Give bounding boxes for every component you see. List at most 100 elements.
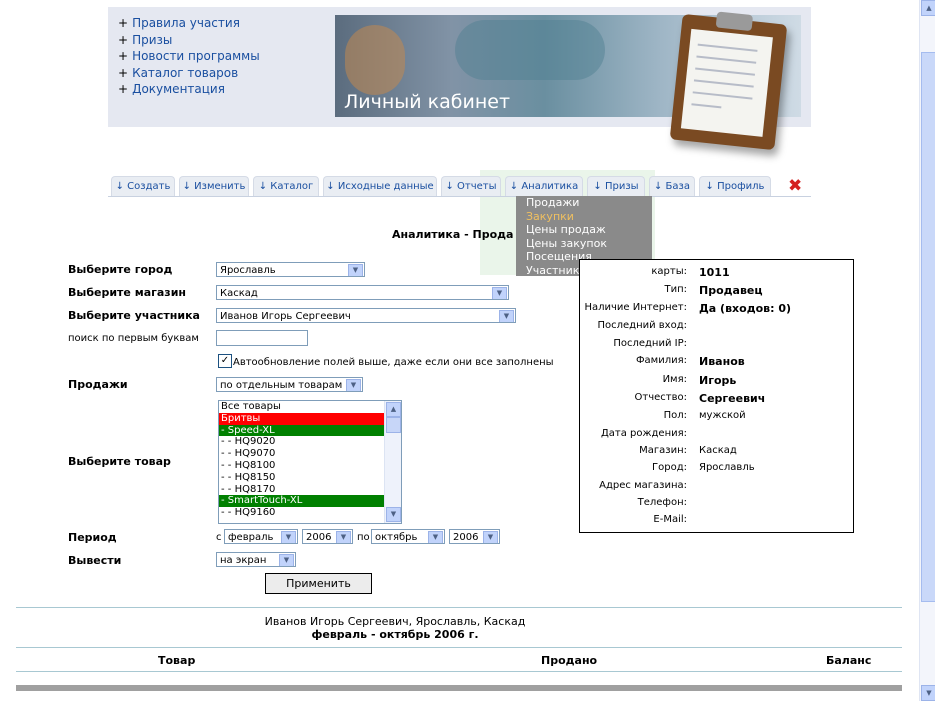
tab-source-data[interactable]: ↓ Исходные данные [323,176,437,196]
divider [16,647,902,648]
product-label: Выберите товар [68,455,171,468]
top-nav: + Правила участия + Призы + Новости програм… [118,16,260,99]
nav-link-catalog[interactable]: + Каталог товаров [118,66,260,83]
search-input[interactable] [216,330,308,346]
info-value: Да (входов: 0) [699,302,792,315]
info-row: Город: Ярославль [580,462,853,479]
list-item[interactable]: Все товары [219,401,401,413]
store-select-value: Каскад [220,288,258,299]
tab-catalog[interactable]: ↓ Каталог [253,176,319,196]
info-key: Отчество: [634,392,687,403]
nav-link-prizes[interactable]: + Призы [118,33,260,50]
info-row: Пол: мужской [580,410,853,427]
period-from-month-select[interactable]: февраль ▼ [224,529,298,544]
list-item[interactable]: - - HQ8170 [219,484,401,496]
list-item[interactable]: - SmartTouch-XL [219,495,384,508]
nav-link-docs[interactable]: + Документация [118,82,260,99]
list-item[interactable]: - - HQ9160 [219,507,401,519]
period-to-month-select[interactable]: октябрь ▼ [371,529,445,544]
city-select[interactable]: Ярославль ▼ [216,262,365,277]
period-to-year-value: 2006 [453,532,479,543]
menu-item-purchases[interactable]: Закупки [516,210,652,224]
info-key: E-Mail: [653,514,687,525]
info-row: Адрес магазина: [580,480,853,497]
nav-link-label[interactable]: Правила участия [132,16,240,30]
clipboard-clip [715,11,754,32]
info-key: Пол: [663,410,687,421]
tab-profile[interactable]: ↓ Профиль [699,176,771,196]
info-value: Сергеевич [699,392,766,405]
info-key: Наличие Интернет: [584,302,687,313]
page-scrollbar[interactable]: ▲ ▼ [919,0,935,701]
report-title-line2: февраль - октябрь 2006 г. [311,628,479,641]
sales-mode-select[interactable]: по отдельным товарам ▼ [216,377,363,392]
nav-bullet: + [118,82,129,96]
scroll-thumb[interactable] [386,417,401,433]
menu-item-sale-prices[interactable]: Цены продаж [516,223,652,237]
menu-item-sales[interactable]: Продажи [516,196,652,210]
info-row: карты: 1011 [580,266,853,283]
column-header-sold: Продано [541,654,598,667]
nav-link-label[interactable]: Документация [132,82,225,96]
autoupdate-checkbox[interactable]: ✓ [218,354,232,368]
scroll-down-icon[interactable]: ▼ [386,507,401,522]
tab-analytics[interactable]: ↓ Аналитика [505,176,583,196]
tab-create[interactable]: ↓ Создать [111,176,175,196]
nav-link-rules[interactable]: + Правила участия [118,16,260,33]
chevron-down-icon: ▼ [281,531,296,543]
close-icon[interactable]: ✖ [788,176,802,196]
list-item[interactable]: Бритвы [219,412,384,425]
tab-bar: ↓ Создать ↓ Изменить ↓ Каталог ↓ Исходны… [108,176,811,197]
period-from-word: с [216,532,222,543]
city-label: Выберите город [68,263,173,276]
info-row: E-Mail: [580,514,853,531]
scroll-thumb[interactable] [921,52,935,602]
period-to-word: по [357,532,370,543]
column-header-balance: Баланс [826,654,872,667]
page-title: Аналитика - Прода [392,228,514,241]
chevron-down-icon: ▼ [348,264,363,276]
table-footer-bar [16,685,902,691]
listbox-scrollbar[interactable]: ▲ ▼ [384,401,401,523]
nav-link-label[interactable]: Каталог товаров [132,66,238,80]
list-item[interactable]: - - HQ9070 [219,448,401,460]
info-key: Последний IP: [613,338,687,349]
scroll-up-icon[interactable]: ▲ [386,402,401,417]
chevron-down-icon: ▼ [346,379,361,391]
tab-edit[interactable]: ↓ Изменить [179,176,249,196]
tab-prizes[interactable]: ↓ Призы [587,176,645,196]
info-row: Дата рождения: [580,428,853,445]
period-from-year-select[interactable]: 2006 ▼ [302,529,353,544]
apply-button[interactable]: Применить [265,573,372,594]
sales-label: Продажи [68,378,128,391]
tab-base[interactable]: ↓ База [649,176,695,196]
tab-reports[interactable]: ↓ Отчеты [441,176,501,196]
nav-link-news[interactable]: + Новости программы [118,49,260,66]
list-item[interactable]: - - HQ9020 [219,436,401,448]
list-item[interactable]: - Speed-XL [219,424,384,437]
list-item[interactable]: - - HQ8100 [219,460,401,472]
info-value: Ярославль [699,462,755,473]
period-to-year-select[interactable]: 2006 ▼ [449,529,500,544]
scroll-down-icon[interactable]: ▼ [921,685,935,701]
scroll-up-icon[interactable]: ▲ [921,0,935,16]
nav-link-label[interactable]: Призы [132,33,172,47]
list-item[interactable]: - - HQ8150 [219,472,401,484]
info-row: Наличие Интернет: Да (входов: 0) [580,302,853,319]
store-select[interactable]: Каскад ▼ [216,285,509,300]
sales-mode-value: по отдельным товарам [220,380,343,391]
menu-item-purchase-prices[interactable]: Цены закупок [516,237,652,251]
nav-bullet: + [118,16,129,30]
period-from-month-value: февраль [228,532,274,543]
nav-link-label[interactable]: Новости программы [132,49,260,63]
participant-select[interactable]: Иванов Игорь Сергеевич ▼ [216,308,516,323]
info-key: Телефон: [637,497,687,508]
divider [16,607,902,608]
product-listbox[interactable]: Все товары Бритвы - Speed-XL - - HQ9020 … [218,400,402,524]
info-value: 1011 [699,266,730,279]
chevron-down-icon: ▼ [483,531,498,543]
column-header-product: Товар [158,654,196,667]
output-select[interactable]: на экран ▼ [216,552,296,567]
info-value: мужской [699,410,746,421]
search-label: поиск по первым буквам [68,333,199,344]
